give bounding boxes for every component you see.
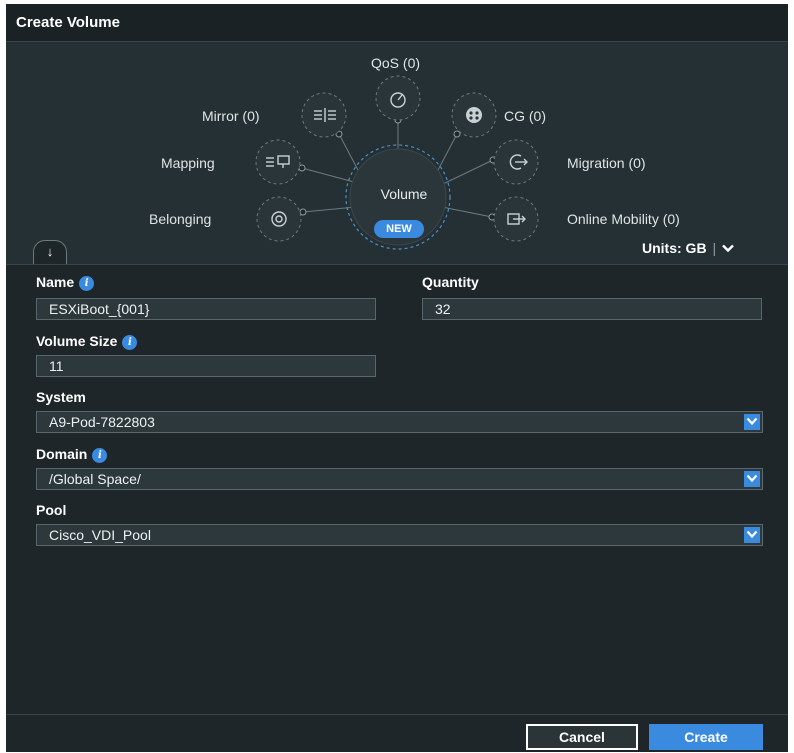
dialog-title: Create Volume: [16, 14, 120, 31]
qos-node: [375, 75, 421, 121]
create-volume-dialog: Create Volume QoS (0) Mirror (0) CG (0) …: [6, 4, 788, 752]
belonging-node: [256, 196, 302, 242]
new-badge: NEW: [374, 220, 424, 238]
relationship-diagram: QoS (0) Mirror (0) CG (0) Mapping Migrat…: [6, 42, 788, 264]
dialog-titlebar: Create Volume: [6, 4, 788, 42]
system-select-value: A9-Pod-7822803: [49, 414, 155, 430]
collapse-diagram-button[interactable]: ↓: [33, 240, 67, 264]
connector-mapping: [301, 167, 355, 183]
chevron-down-icon: [722, 244, 734, 253]
volume-size-input[interactable]: 11: [36, 355, 376, 377]
pool-select-value: Cisco_VDI_Pool: [49, 527, 151, 543]
connector-mirror: [338, 133, 359, 171]
mapping-label[interactable]: Mapping: [161, 155, 215, 171]
domain-select-value: /Global Space/: [49, 471, 141, 487]
cg-icon: [466, 107, 482, 123]
name-label-text: Name: [36, 274, 75, 290]
volume-size-info-icon[interactable]: i: [122, 335, 138, 350]
system-select[interactable]: A9-Pod-7822803: [36, 411, 763, 433]
units-selector[interactable]: Units: GB |: [642, 240, 734, 256]
quantity-field-label: Quantity: [422, 274, 479, 290]
volume-size-label-text: Volume Size: [36, 333, 118, 349]
name-info-icon[interactable]: i: [79, 276, 95, 291]
dialog-footer: Cancel Create: [6, 714, 788, 752]
volume-hub-label: Volume: [380, 186, 428, 202]
units-separator: |: [712, 240, 717, 256]
pool-field-label: Pool: [36, 502, 67, 518]
domain-label-text: Domain: [36, 446, 88, 462]
domain-field-label: Domain i: [36, 446, 108, 463]
name-input[interactable]: ESXiBoot_{001}: [36, 298, 376, 320]
cg-label[interactable]: CG (0): [504, 108, 546, 124]
migration-label[interactable]: Migration (0): [567, 155, 646, 171]
chevron-down-icon: [744, 527, 760, 543]
quantity-input[interactable]: 32: [422, 298, 762, 320]
create-button[interactable]: Create: [649, 724, 763, 750]
units-label: Units: GB: [642, 240, 707, 256]
connector-cg: [437, 133, 458, 171]
name-field-label: Name i: [36, 274, 95, 291]
system-field-label: System: [36, 389, 86, 405]
pool-select[interactable]: Cisco_VDI_Pool: [36, 524, 763, 546]
connector-online-mobility: [441, 206, 493, 218]
online-mobility-label[interactable]: Online Mobility (0): [567, 211, 680, 227]
belonging-label[interactable]: Belonging: [149, 211, 211, 227]
mirror-label[interactable]: Mirror (0): [202, 108, 260, 124]
qos-label[interactable]: QoS (0): [371, 55, 420, 71]
chevron-down-icon: [744, 414, 760, 430]
domain-info-icon[interactable]: i: [92, 448, 108, 463]
volume-form: Name i ESXiBoot_{001} Quantity 32 Volume …: [6, 264, 788, 714]
volume-size-field-label: Volume Size i: [36, 333, 138, 350]
cancel-button[interactable]: Cancel: [526, 724, 638, 750]
mirror-node: [301, 92, 347, 138]
connector-migration: [442, 159, 494, 185]
domain-select[interactable]: /Global Space/: [36, 468, 763, 490]
chevron-down-icon: [744, 471, 760, 487]
